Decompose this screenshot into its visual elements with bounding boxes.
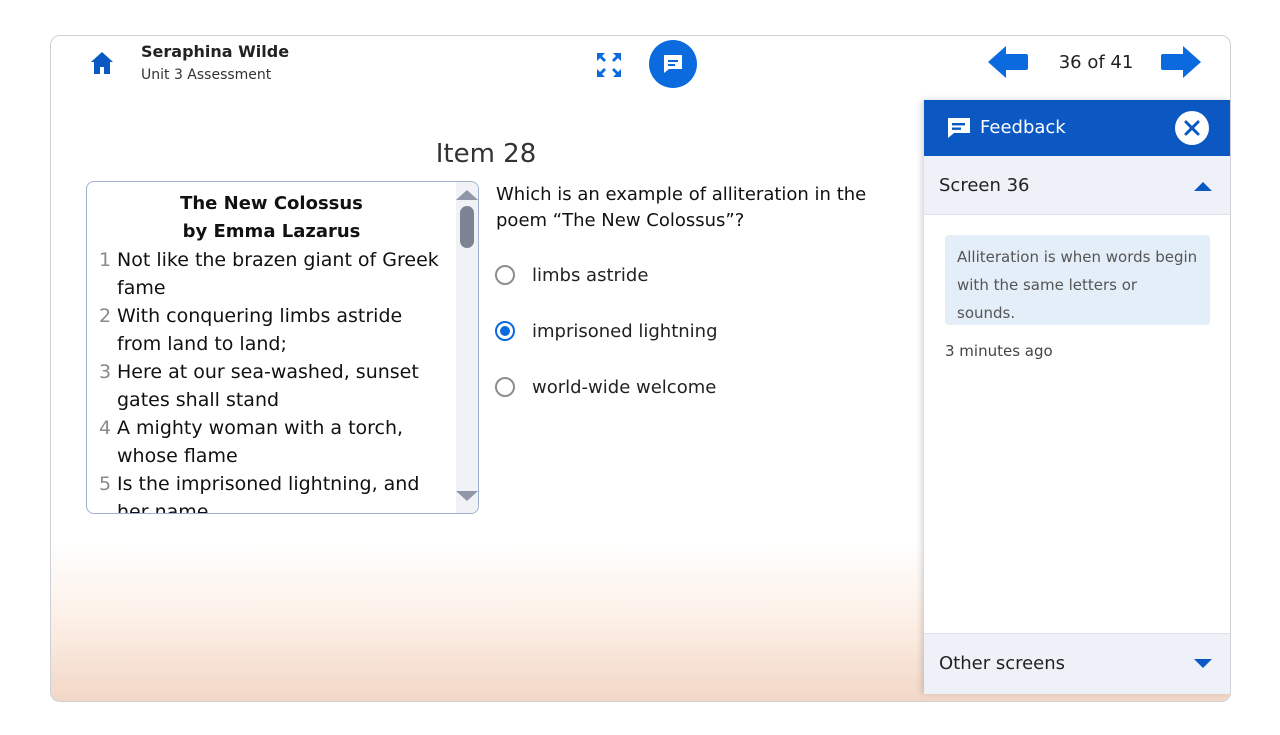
comment-timestamp: 3 minutes ago xyxy=(945,342,1053,360)
expand-icon xyxy=(597,53,621,77)
radio-button-selected[interactable] xyxy=(495,321,515,341)
feedback-panel-title: Feedback xyxy=(980,117,1066,138)
option-label: imprisoned lightning xyxy=(532,320,718,342)
question-prompt: Which is an example of alliteration in t… xyxy=(496,184,867,231)
close-icon xyxy=(1184,120,1200,136)
poem-line: 5 Is the imprisoned lightning, and her n… xyxy=(99,470,449,514)
option-label: world-wide welcome xyxy=(532,376,717,398)
radio-button[interactable] xyxy=(495,377,515,397)
app-frame: Seraphina Wilde Unit 3 Assessment 36 of … xyxy=(50,35,1231,702)
passage-scrollbar[interactable] xyxy=(456,182,478,513)
poem-line: 1 Not like the brazen giant of Greek fam… xyxy=(99,246,449,302)
line-number: 3 xyxy=(99,361,112,383)
fullscreen-button[interactable] xyxy=(594,50,624,80)
poem-line: 3 Here at our sea-washed, sunset gates s… xyxy=(99,358,449,414)
line-number: 5 xyxy=(99,473,112,495)
line-text: With conquering limbs astride from land … xyxy=(117,305,403,355)
chevron-down-icon xyxy=(1194,659,1212,668)
scrollbar-thumb[interactable] xyxy=(460,206,474,248)
poem-line: 4 A mighty woman with a torch, whose fla… xyxy=(99,414,449,470)
passage-box[interactable]: The New Colossus by Emma Lazarus 1 Not l… xyxy=(86,181,479,514)
line-number: 4 xyxy=(99,417,112,439)
line-number: 2 xyxy=(99,305,112,327)
passage-author: by Emma Lazarus xyxy=(182,221,361,242)
radio-button[interactable] xyxy=(495,265,515,285)
line-text: Not like the brazen giant of Greek fame xyxy=(117,249,439,299)
other-screens-label: Other screens xyxy=(939,653,1066,674)
item-title: Item 28 xyxy=(435,139,537,169)
answer-option-2[interactable]: imprisoned lightning xyxy=(495,316,718,346)
next-screen-button[interactable] xyxy=(1159,44,1203,80)
line-text: Here at our sea-washed, sunset gates sha… xyxy=(117,361,419,411)
line-number: 1 xyxy=(99,249,112,271)
student-name: Seraphina Wilde xyxy=(141,42,290,61)
page-counter: 36 of 41 xyxy=(1058,52,1134,73)
feedback-icon xyxy=(664,55,682,73)
line-text: A mighty woman with a torch, whose flame xyxy=(117,417,404,467)
answer-option-3[interactable]: world-wide welcome xyxy=(495,372,716,402)
assessment-name: Unit 3 Assessment xyxy=(141,67,272,83)
scroll-down-arrow-icon[interactable] xyxy=(456,491,478,501)
home-icon xyxy=(91,52,113,74)
screen-section-toggle[interactable]: Screen 36 xyxy=(924,156,1230,215)
home-button[interactable] xyxy=(89,50,115,76)
answer-option-1[interactable]: limbs astride xyxy=(495,260,648,290)
passage-text: The New Colossus by Emma Lazarus 1 Not l… xyxy=(99,190,449,514)
passage-title: The New Colossus xyxy=(180,193,363,214)
feedback-toggle-button[interactable] xyxy=(649,40,697,88)
close-feedback-button[interactable] xyxy=(1175,111,1209,145)
other-screens-toggle[interactable]: Other screens xyxy=(924,633,1230,694)
line-text: Is the imprisoned lightning, and her nam… xyxy=(117,473,420,514)
screen-label: Screen 36 xyxy=(939,175,1030,196)
feedback-icon xyxy=(948,118,970,138)
prev-arrow-icon xyxy=(988,46,1028,78)
scroll-up-arrow-icon[interactable] xyxy=(456,190,478,200)
feedback-panel-header: Feedback xyxy=(924,100,1230,156)
feedback-panel: Feedback Screen 36 Alliteration is when … xyxy=(924,100,1230,694)
poem-line: 2 With conquering limbs astride from lan… xyxy=(99,302,449,358)
chevron-up-icon xyxy=(1194,182,1212,191)
previous-screen-button[interactable] xyxy=(986,44,1030,80)
option-label: limbs astride xyxy=(532,264,649,286)
feedback-comment: Alliteration is when words begin with th… xyxy=(945,235,1210,325)
next-arrow-icon xyxy=(1161,46,1201,78)
